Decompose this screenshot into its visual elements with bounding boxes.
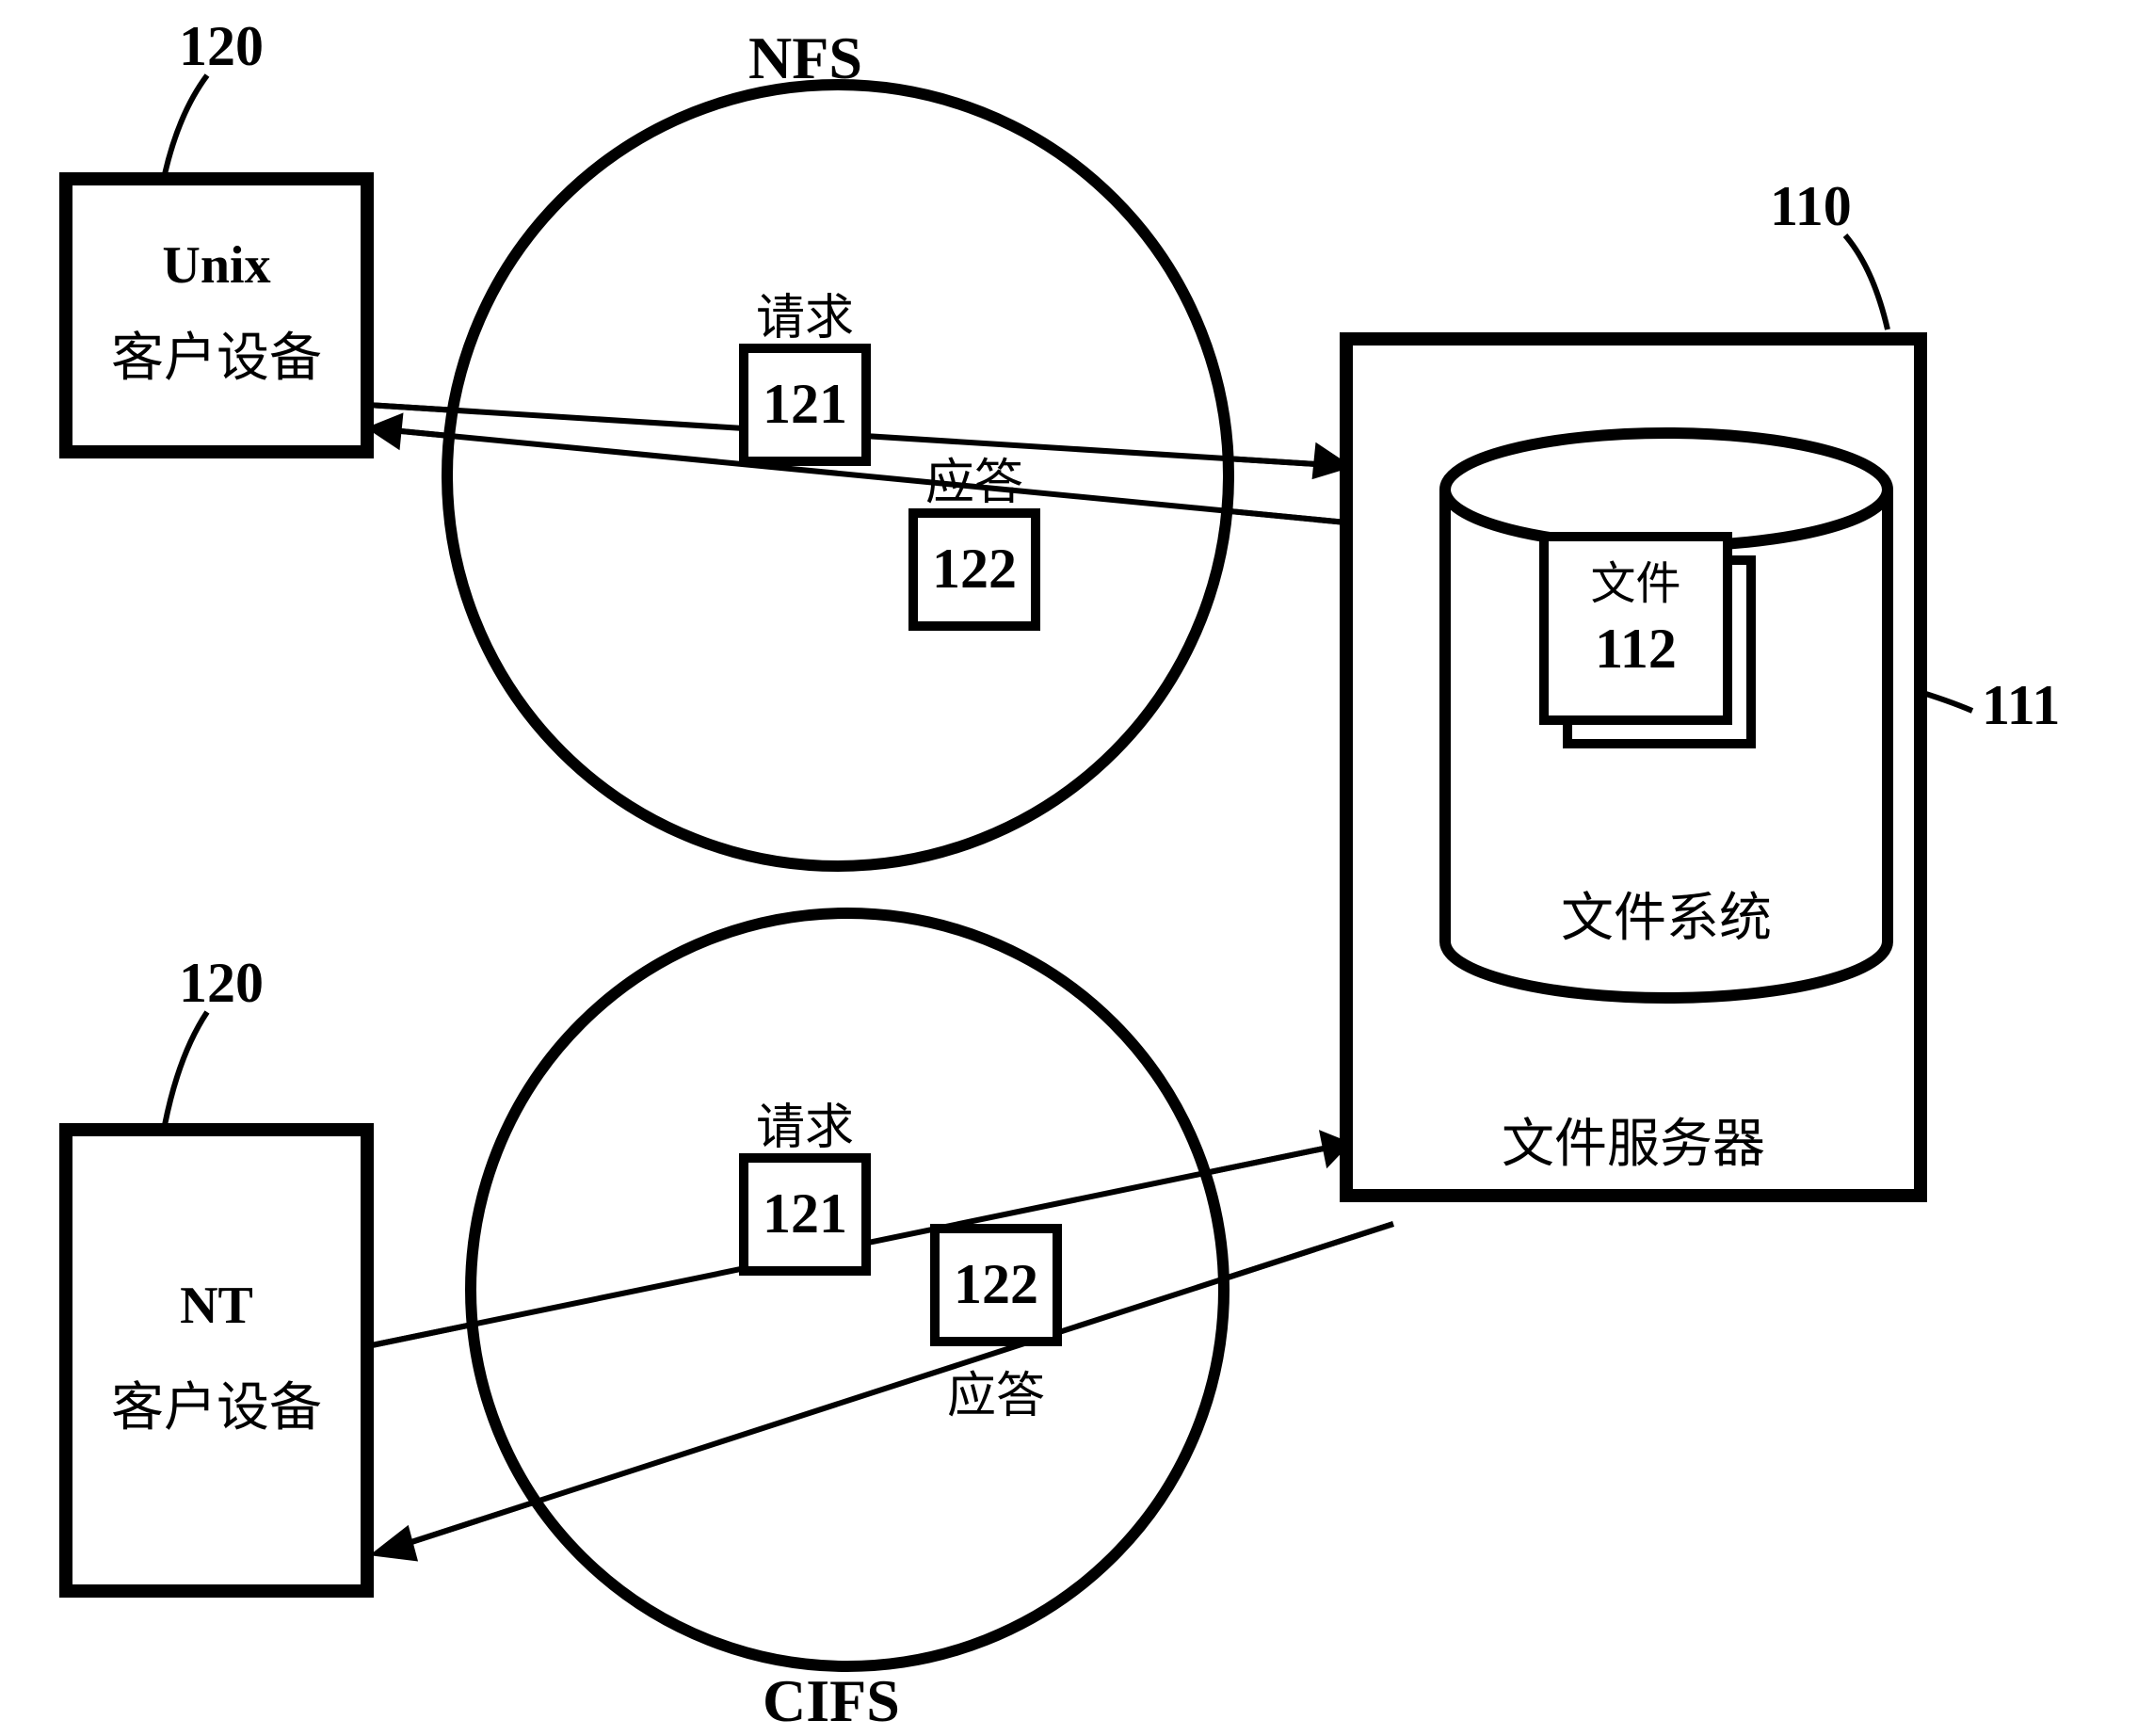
ref-120-top: 120 bbox=[179, 14, 264, 79]
nt-client-name: NT bbox=[66, 1276, 367, 1336]
cylinder-label: 文件系统 bbox=[1445, 876, 1888, 952]
nfs-request-label: 请求 bbox=[744, 278, 866, 348]
ref-120-bottom: 120 bbox=[179, 951, 264, 1016]
ref-110: 110 bbox=[1770, 174, 1852, 239]
file-label: 文件 bbox=[1544, 546, 1728, 612]
file-num: 112 bbox=[1544, 617, 1728, 682]
nfs-response-num: 122 bbox=[913, 537, 1036, 602]
cifs-response-num: 122 bbox=[935, 1252, 1057, 1317]
cifs-request-label: 请求 bbox=[744, 1087, 866, 1158]
nfs-response-label: 应答 bbox=[913, 442, 1036, 513]
unix-client-name: Unix bbox=[66, 235, 367, 296]
cifs-request-num: 121 bbox=[744, 1181, 866, 1246]
nt-client-caption: 客户设备 bbox=[66, 1365, 367, 1441]
nfs-request-num: 121 bbox=[744, 372, 866, 437]
protocol-nfs: NFS bbox=[748, 24, 862, 93]
unix-client-caption: 客户设备 bbox=[66, 315, 367, 392]
cifs-response-label: 应答 bbox=[935, 1356, 1057, 1426]
protocol-cifs: CIFS bbox=[763, 1666, 900, 1736]
ref-111: 111 bbox=[1982, 673, 2060, 738]
server-caption: 文件服务器 bbox=[1346, 1101, 1921, 1178]
